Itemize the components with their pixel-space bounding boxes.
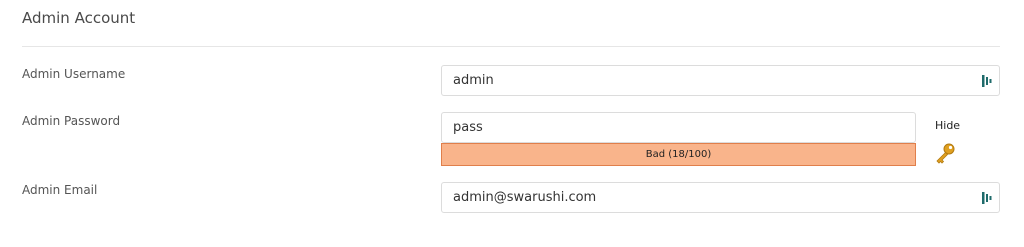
password-manager-icon[interactable] bbox=[981, 191, 993, 205]
admin-username-label: Admin Username bbox=[22, 67, 126, 81]
password-strength-text: Bad (18/100) bbox=[645, 149, 712, 160]
admin-email-input[interactable]: admin@swarushi.com bbox=[441, 182, 1000, 213]
admin-account-section: Admin Account Admin Username admin Admin… bbox=[0, 0, 1024, 247]
admin-password-value: pass bbox=[453, 120, 483, 135]
admin-email-label: Admin Email bbox=[22, 183, 98, 197]
password-strength-bar: Bad (18/100) bbox=[441, 143, 916, 166]
hide-password-toggle[interactable]: Hide bbox=[935, 119, 960, 132]
password-manager-icon[interactable] bbox=[981, 74, 993, 88]
admin-password-label: Admin Password bbox=[22, 114, 121, 128]
admin-username-value: admin bbox=[453, 73, 494, 88]
admin-email-value: admin@swarushi.com bbox=[453, 190, 597, 205]
key-icon[interactable] bbox=[934, 142, 956, 164]
section-title: Admin Account bbox=[22, 9, 136, 27]
admin-username-input[interactable]: admin bbox=[441, 65, 1000, 96]
admin-password-input[interactable]: pass bbox=[441, 112, 916, 143]
divider bbox=[22, 46, 1000, 47]
